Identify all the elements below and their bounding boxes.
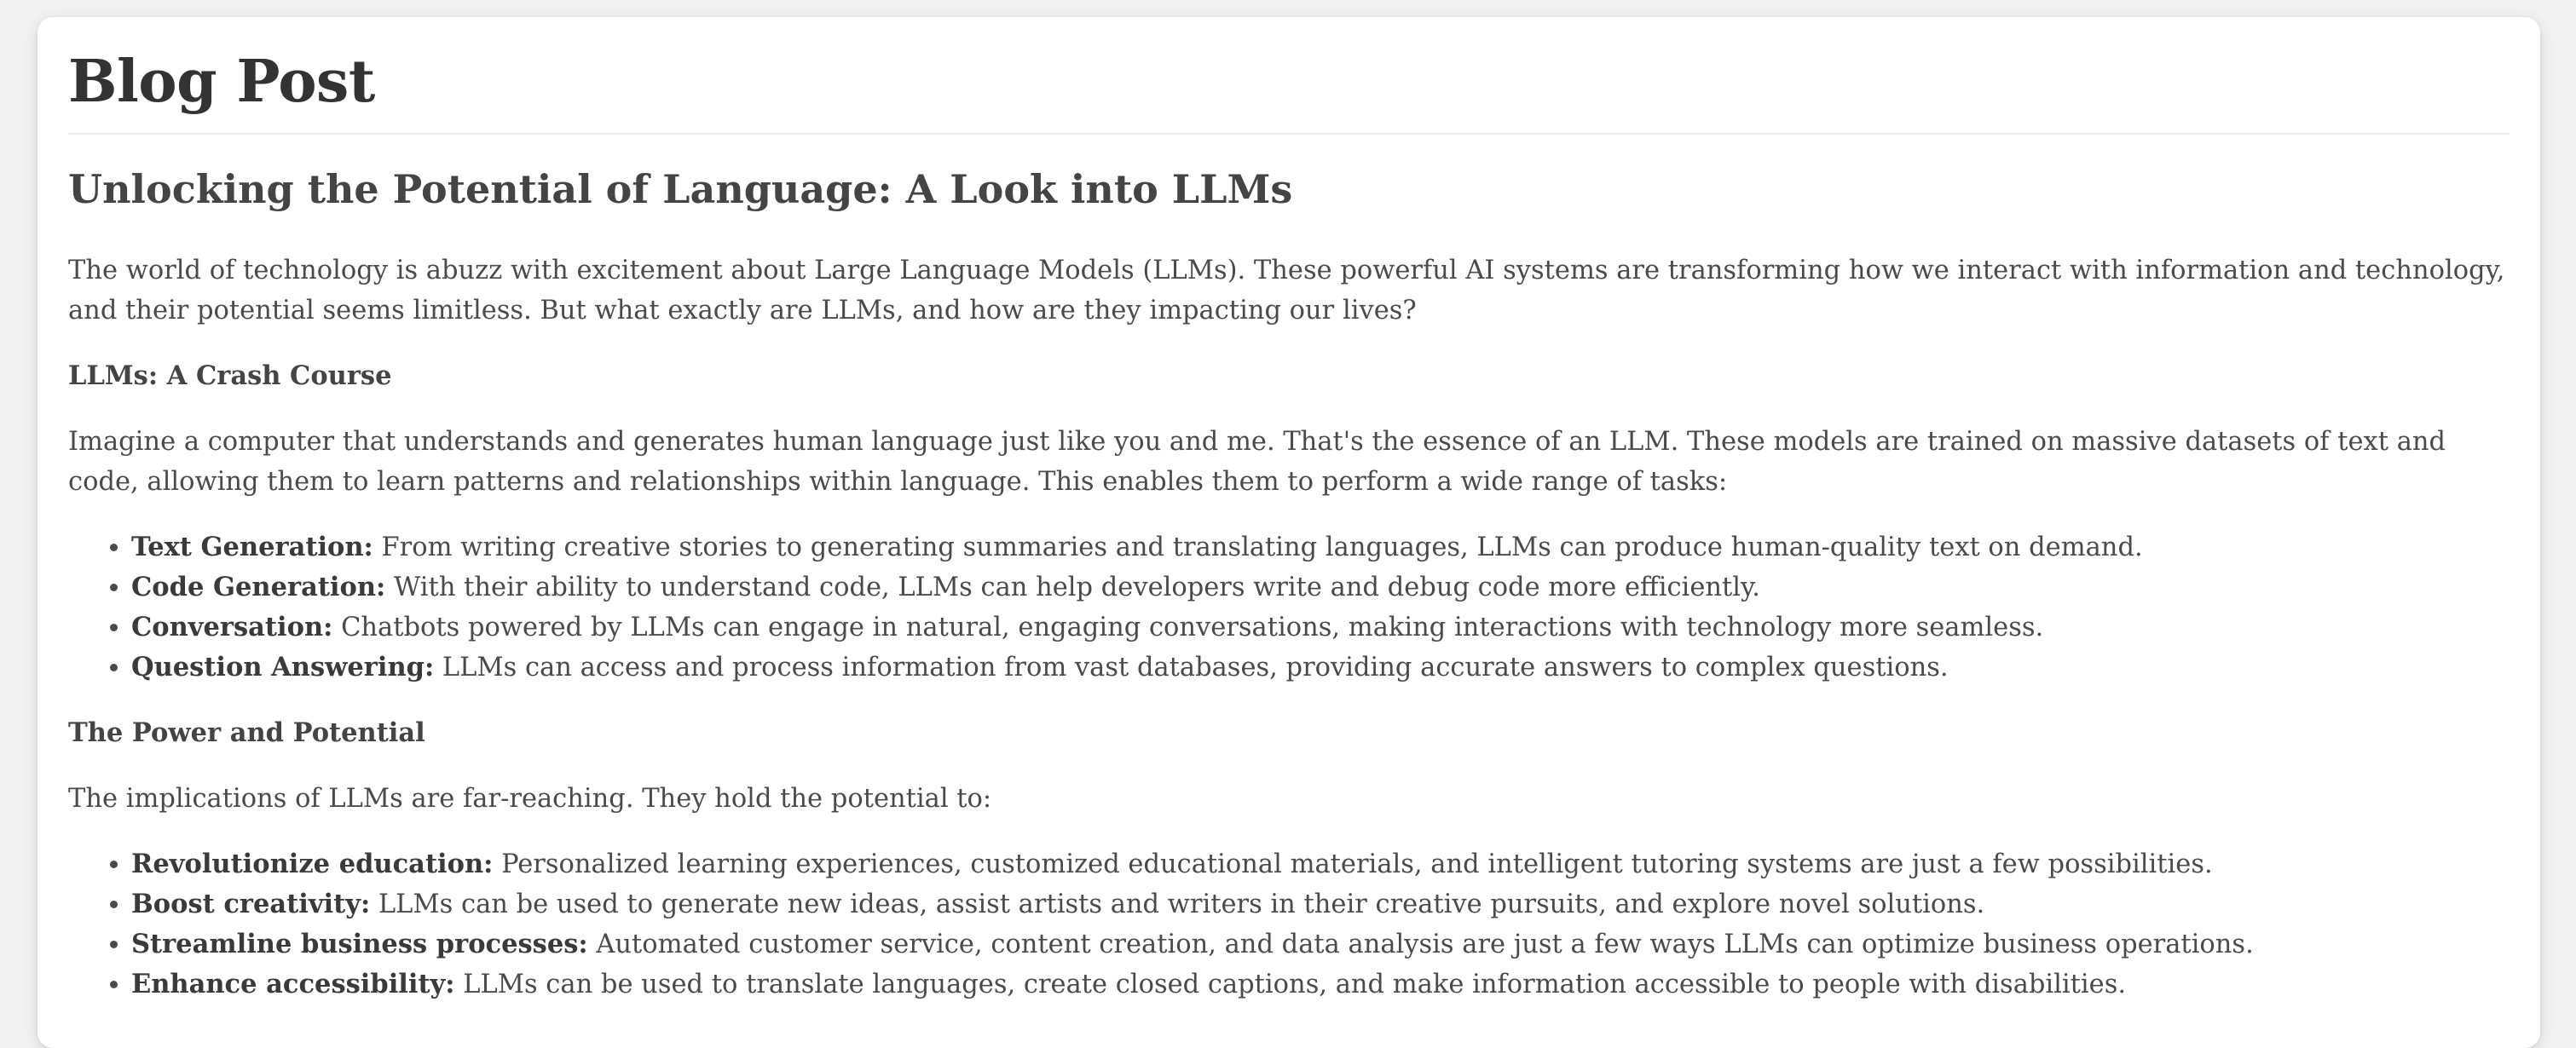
list-item: Code Generation: With their ability to u…: [131, 567, 2510, 607]
list-item-text: LLMs can access and process information …: [434, 653, 1949, 682]
list-item-term: Text Generation:: [131, 532, 373, 562]
list-item-text: With their ability to understand code, L…: [385, 573, 1760, 602]
section-heading-crash-course: LLMs: A Crash Course: [68, 360, 392, 391]
list-item-term: Code Generation:: [131, 572, 386, 602]
intro-paragraph: The world of technology is abuzz with ex…: [68, 256, 2505, 325]
page-title: Blog Post: [68, 48, 375, 116]
power-potential-paragraph: The implications of LLMs are far-reachin…: [68, 784, 992, 814]
list-item: Boost creativity: LLMs can be used to ge…: [131, 884, 2510, 924]
implications-list: Revolutionize education: Personalized le…: [68, 844, 2510, 1005]
list-item-term: Streamline business processes:: [131, 929, 588, 959]
list-item-term: Question Answering:: [131, 652, 435, 682]
list-item-text: Personalized learning experiences, custo…: [493, 849, 2213, 879]
section-heading-power-potential: The Power and Potential: [68, 717, 425, 748]
list-item: Enhance accessibility: LLMs can be used …: [131, 965, 2510, 1005]
crash-course-paragraph: Imagine a computer that understands and …: [68, 427, 2446, 497]
list-item: Conversation: Chatbots powered by LLMs c…: [131, 607, 2510, 648]
list-item-term: Revolutionize education:: [131, 849, 494, 879]
list-item-term: Enhance accessibility:: [131, 969, 455, 999]
list-item-text: Chatbots powered by LLMs can engage in n…: [332, 613, 2044, 642]
list-item-text: LLMs can be used to generate new ideas, …: [370, 890, 1985, 919]
list-item: Text Generation: From writing creative s…: [131, 527, 2510, 567]
list-item-term: Conversation:: [131, 612, 333, 642]
tasks-list: Text Generation: From writing creative s…: [68, 527, 2510, 688]
title-divider: [68, 133, 2510, 135]
list-item-term: Boost creativity:: [131, 889, 371, 919]
list-item: Streamline business processes: Automated…: [131, 924, 2510, 965]
list-item-text: LLMs can be used to translate languages,…: [454, 970, 2127, 999]
post-title: Unlocking the Potential of Language: A L…: [68, 166, 1293, 212]
blog-post-card: Blog Post Unlocking the Potential of Lan…: [38, 17, 2540, 1048]
list-item-text: From writing creative stories to generat…: [373, 533, 2143, 562]
list-item-text: Automated customer service, content crea…: [587, 930, 2254, 959]
list-item: Question Answering: LLMs can access and …: [131, 648, 2510, 688]
list-item: Revolutionize education: Personalized le…: [131, 844, 2510, 884]
